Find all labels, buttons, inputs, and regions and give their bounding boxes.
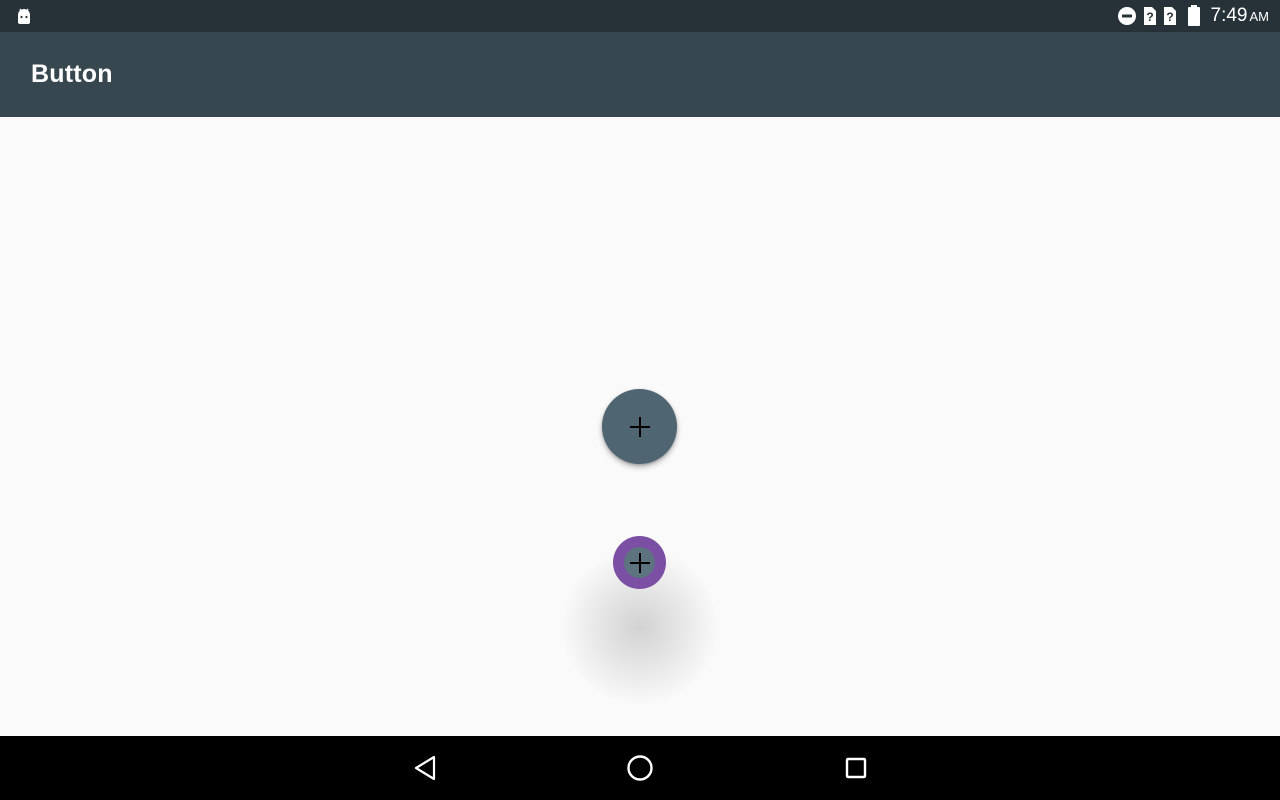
svg-text:?: ? <box>1146 10 1153 24</box>
navigation-bar <box>0 736 1280 800</box>
recents-button[interactable] <box>840 752 872 784</box>
content-area <box>0 117 1280 736</box>
home-icon <box>627 755 653 781</box>
sim-unknown-icon: ? <box>1163 7 1176 25</box>
add-icon <box>629 416 650 437</box>
back-button[interactable] <box>409 752 441 784</box>
app-bar: Button <box>0 32 1280 117</box>
status-ampm: AM <box>1249 9 1270 24</box>
svg-text:?: ? <box>1166 10 1173 24</box>
android-icon <box>18 8 30 24</box>
battery-icon <box>1187 5 1200 26</box>
add-icon <box>629 552 650 573</box>
home-button[interactable] <box>624 752 656 784</box>
page-title: Button <box>31 60 113 88</box>
status-clock: 7:49 <box>1210 5 1248 26</box>
back-icon <box>414 755 436 781</box>
sim-unknown-icon: ? <box>1143 7 1156 25</box>
do-not-disturb-icon <box>1117 7 1136 25</box>
recents-icon <box>845 757 867 779</box>
status-icons: ? ? 7:49 AM <box>1117 0 1269 32</box>
add-mini-fab-button[interactable] <box>613 536 666 589</box>
add-fab-button[interactable] <box>602 389 677 464</box>
status-bar: ? ? 7:49 AM <box>0 0 1280 32</box>
status-time: 7:49 AM <box>1211 5 1269 27</box>
